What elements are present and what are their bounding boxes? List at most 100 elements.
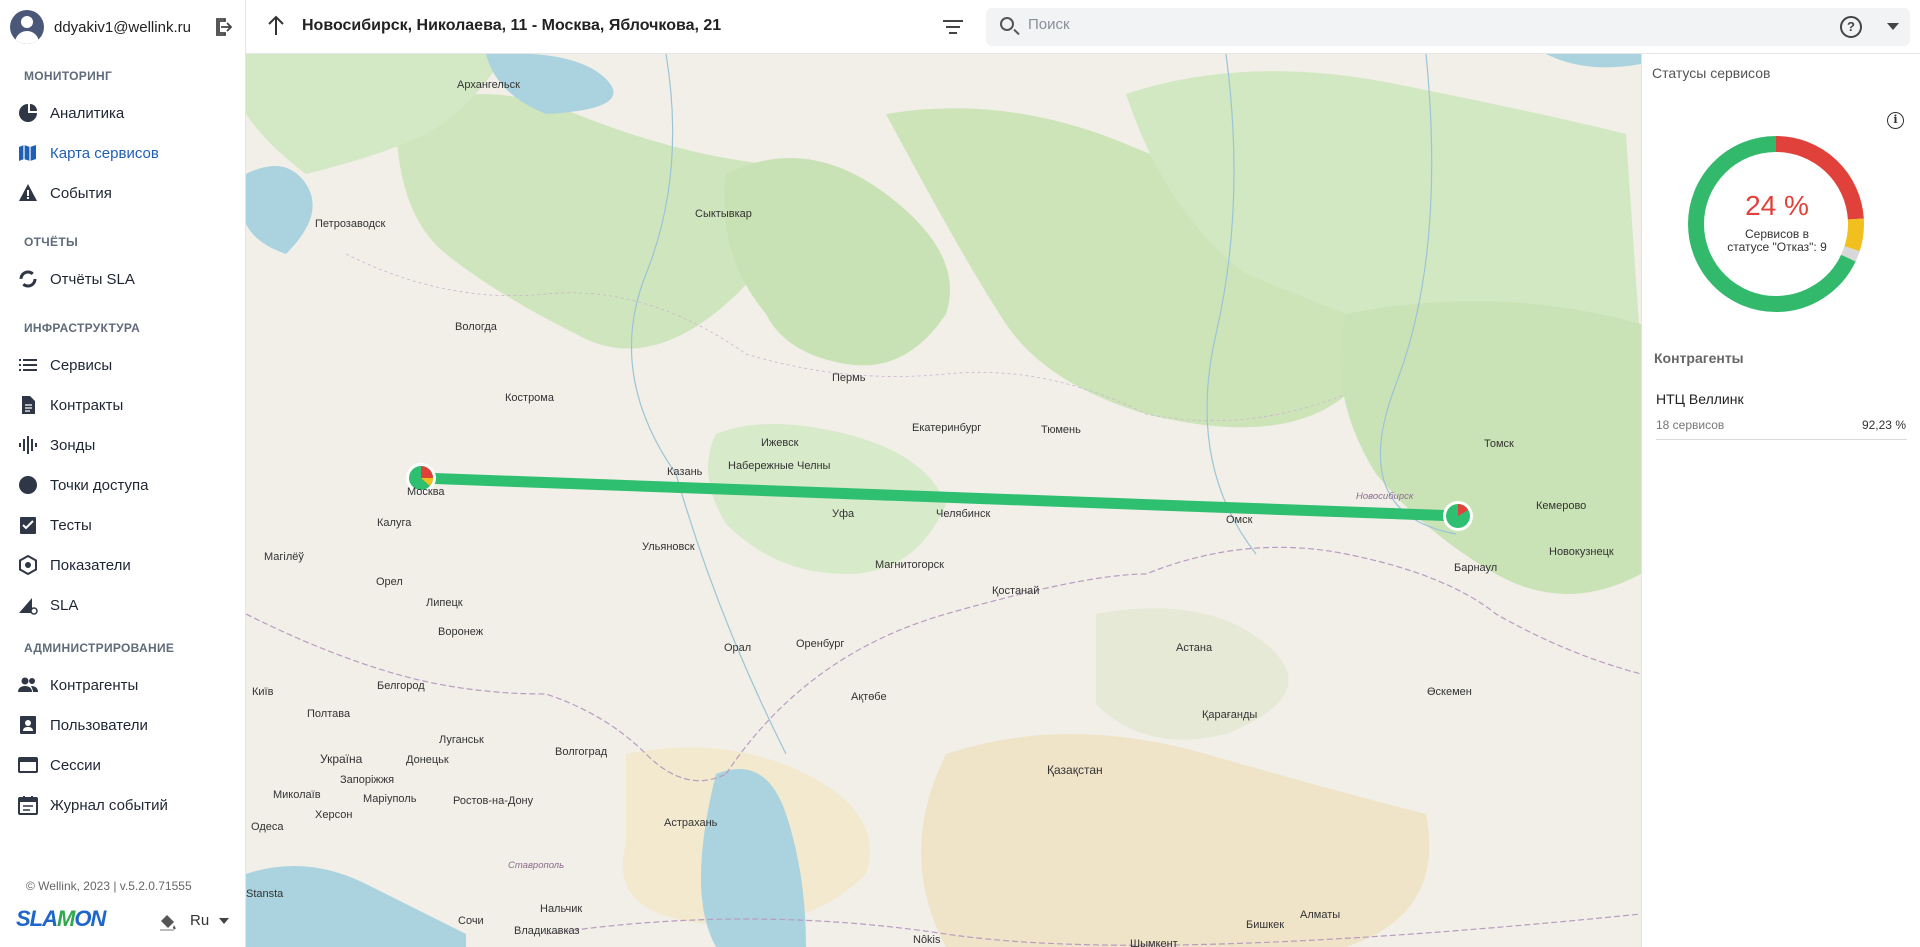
country-label: Қазақстан — [1047, 763, 1103, 777]
region-label: Ставрополь — [508, 860, 565, 871]
sidebar-item-access-points[interactable]: Точки доступа — [0, 469, 245, 501]
sidebar-item-contracts[interactable]: Контракты — [0, 389, 245, 421]
user-card-icon — [17, 714, 39, 736]
sidebar-item-label: Журнал событий — [50, 796, 168, 814]
chevron-down-icon — [219, 918, 230, 925]
sidebar: ddyakiv1@wellink.ru МОНИТОРИНГ Аналитика… — [0, 0, 246, 947]
city-label: Воронеж — [438, 626, 484, 638]
sidebar-item-probes[interactable]: Зонды — [0, 429, 245, 461]
logout-icon[interactable] — [214, 16, 236, 38]
header: Новосибирск, Николаева, 11 - Москва, Ябл… — [246, 0, 1920, 54]
sidebar-item-label: SLA — [50, 596, 79, 614]
city-label: Запоріжжя — [340, 774, 395, 786]
city-label: Оренбург — [796, 638, 845, 650]
city-label: Казань — [667, 466, 703, 478]
sla-icon — [17, 594, 39, 616]
city-label: Калуга — [377, 517, 412, 529]
section-monitoring: МОНИТОРИНГ — [24, 69, 113, 83]
chevron-down-icon[interactable] — [1887, 23, 1899, 30]
paint-bucket-icon[interactable] — [158, 912, 178, 937]
city-label: Астрахань — [664, 817, 718, 829]
info-icon[interactable]: i — [1887, 112, 1904, 129]
copyright: © Wellink, 2023 | v.5.2.0.71555 — [26, 879, 192, 893]
map[interactable]: Архангельск Сыктывкар Петрозаводск Волог… — [246, 54, 1641, 947]
service-status-panel: Статусы сервисов i 24 % Сервисов в стату… — [1641, 54, 1920, 947]
sidebar-item-event-log[interactable]: Журнал событий — [0, 789, 245, 821]
city-label: Бишкек — [1246, 919, 1285, 931]
city-label: Набережные Челны — [728, 460, 831, 472]
sidebar-item-analytics[interactable]: Аналитика — [0, 97, 245, 129]
city-label: Вологда — [455, 321, 497, 333]
city-label: Челябинск — [936, 508, 991, 520]
search-input[interactable] — [1028, 16, 1788, 33]
city-label: Магнитогорск — [875, 559, 944, 571]
map-terrain — [246, 54, 1641, 947]
section-reports: ОТЧЁТЫ — [24, 235, 79, 249]
search-icon — [1000, 17, 1014, 31]
city-label: Нальчик — [540, 903, 583, 915]
user-profile[interactable]: ddyakiv1@wellink.ru — [10, 9, 236, 45]
city-label: Донецьк — [406, 754, 449, 766]
sidebar-item-label: Точки доступа — [50, 476, 149, 494]
city-label: Шымкент — [1130, 938, 1178, 947]
sidebar-item-services[interactable]: Сервисы — [0, 349, 245, 381]
avatar[interactable] — [10, 10, 44, 44]
city-label: Уфа — [832, 508, 855, 520]
arrow-up-icon[interactable] — [266, 15, 286, 43]
sidebar-item-label: Сервисы — [50, 356, 113, 374]
city-label: Тюмень — [1041, 424, 1081, 436]
pie-icon — [17, 102, 39, 124]
people-icon — [17, 674, 39, 696]
sidebar-item-label: Аналитика — [50, 104, 125, 122]
calendar-icon — [17, 794, 39, 816]
city-label: Астана — [1176, 642, 1213, 654]
search-bar — [986, 8, 1910, 46]
city-label: Омск — [1226, 514, 1253, 526]
sidebar-item-metrics[interactable]: Показатели — [0, 549, 245, 581]
sync-icon — [17, 268, 39, 290]
sidebar-item-sla-reports[interactable]: Отчёты SLA — [0, 263, 245, 295]
sidebar-item-contractors[interactable]: Контрагенты — [0, 669, 245, 701]
contractors-title: Контрагенты — [1654, 350, 1744, 366]
city-label: Архангельск — [457, 79, 520, 91]
city-label: Ижевск — [761, 437, 799, 449]
window-icon — [17, 754, 39, 776]
city-label: Маріуполь — [363, 793, 417, 805]
city-label: Nôkis — [913, 934, 941, 946]
city-label: Одеса — [251, 821, 284, 833]
city-label: Київ — [252, 686, 274, 698]
sidebar-item-sla[interactable]: SLA — [0, 589, 245, 621]
sidebar-item-sessions[interactable]: Сессии — [0, 749, 245, 781]
checklist-icon — [17, 514, 39, 536]
city-label: Екатеринбург — [912, 422, 982, 434]
section-infrastructure: ИНФРАСТРУКТУРА — [24, 321, 141, 335]
sidebar-item-label: Показатели — [50, 556, 131, 574]
city-label: Өскемен — [1427, 686, 1472, 698]
sidebar-item-label: События — [50, 184, 112, 202]
status-donut-chart — [1688, 136, 1864, 312]
sidebar-item-events[interactable]: События — [0, 177, 245, 209]
map-icon — [17, 142, 39, 164]
sidebar-item-users[interactable]: Пользователи — [0, 709, 245, 741]
sidebar-item-service-map[interactable]: Карта сервисов — [0, 137, 245, 169]
sidebar-item-tests[interactable]: Тесты — [0, 509, 245, 541]
contractor-services-count: 18 сервисов — [1656, 418, 1725, 432]
city-label: Луганськ — [439, 734, 484, 746]
panel-title: Статусы сервисов — [1652, 65, 1771, 81]
section-administration: АДМИНИСТРИРОВАНИЕ — [24, 641, 175, 655]
city-label: Сочи — [458, 915, 484, 927]
help-icon[interactable]: ? — [1840, 16, 1862, 38]
filter-icon[interactable] — [942, 18, 964, 38]
sidebar-item-label: Зонды — [50, 436, 96, 454]
city-label: Томск — [1484, 438, 1514, 450]
contractor-name[interactable]: НТЦ Веллинк — [1656, 391, 1744, 407]
language-select[interactable]: Ru — [190, 912, 230, 929]
region-label: Новосибирск — [1356, 491, 1414, 502]
list-icon — [17, 354, 39, 376]
city-label: Сыктывкар — [695, 208, 752, 220]
city-label: Пермь — [832, 372, 866, 384]
city-label: Қостанай — [992, 585, 1040, 597]
novosibirsk-marker[interactable] — [1443, 501, 1473, 531]
contractor-percent: 92,23 % — [1861, 418, 1906, 432]
sidebar-item-label: Отчёты SLA — [50, 270, 135, 288]
